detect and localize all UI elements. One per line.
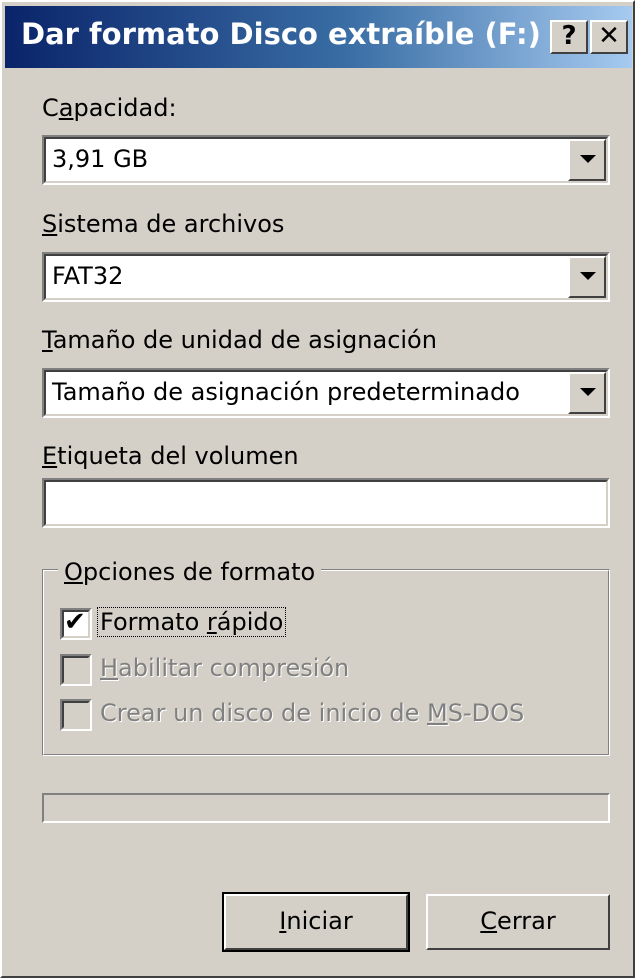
msdos-startup-label: Crear un disco de inicio de MS-DOS: [100, 699, 525, 727]
allocation-value: Tamaño de asignación predeterminado: [52, 378, 520, 406]
capacity-value: 3,91 GB: [52, 145, 149, 173]
start-button[interactable]: Iniciar: [222, 892, 410, 952]
filesystem-select[interactable]: FAT32: [42, 252, 610, 302]
volume-label-input[interactable]: [42, 478, 610, 528]
filesystem-dropdown-button[interactable]: [568, 256, 606, 298]
help-button[interactable]: ?: [550, 20, 588, 54]
quick-format-label[interactable]: Formato rápido: [96, 607, 287, 637]
msdos-startup-checkbox: [60, 699, 92, 731]
title-bar[interactable]: Dar formato Disco extraíble (F:) ? ✕: [5, 6, 632, 68]
format-progress-bar: [42, 793, 610, 823]
filesystem-value: FAT32: [52, 262, 124, 290]
window-title: Dar formato Disco extraíble (F:): [21, 17, 541, 51]
check-icon: ✔: [64, 607, 86, 637]
capacity-label: Capacidad:: [42, 94, 177, 122]
allocation-dropdown-button[interactable]: [568, 372, 606, 414]
quick-format-checkbox[interactable]: ✔: [60, 607, 92, 640]
chevron-down-icon: [580, 388, 596, 396]
chevron-down-icon: [580, 272, 596, 280]
close-button[interactable]: ✕: [590, 20, 628, 54]
chevron-down-icon: [580, 155, 596, 163]
enable-compression-checkbox: [60, 654, 92, 686]
allocation-label: Tamaño de unidad de asignación: [42, 326, 437, 354]
capacity-dropdown-button[interactable]: [568, 139, 606, 181]
format-options-legend: Opciones de formato: [58, 558, 322, 586]
format-dialog: Dar formato Disco extraíble (F:) ? ✕ Cap…: [0, 0, 635, 978]
volume-label-label: Etiqueta del volumen: [42, 442, 299, 470]
capacity-select[interactable]: 3,91 GB: [42, 135, 610, 185]
allocation-select[interactable]: Tamaño de asignación predeterminado: [42, 368, 610, 418]
close-dialog-button[interactable]: Cerrar: [426, 894, 610, 950]
filesystem-label: Sistema de archivos: [42, 210, 285, 238]
enable-compression-label: Habilitar compresión: [100, 654, 350, 682]
